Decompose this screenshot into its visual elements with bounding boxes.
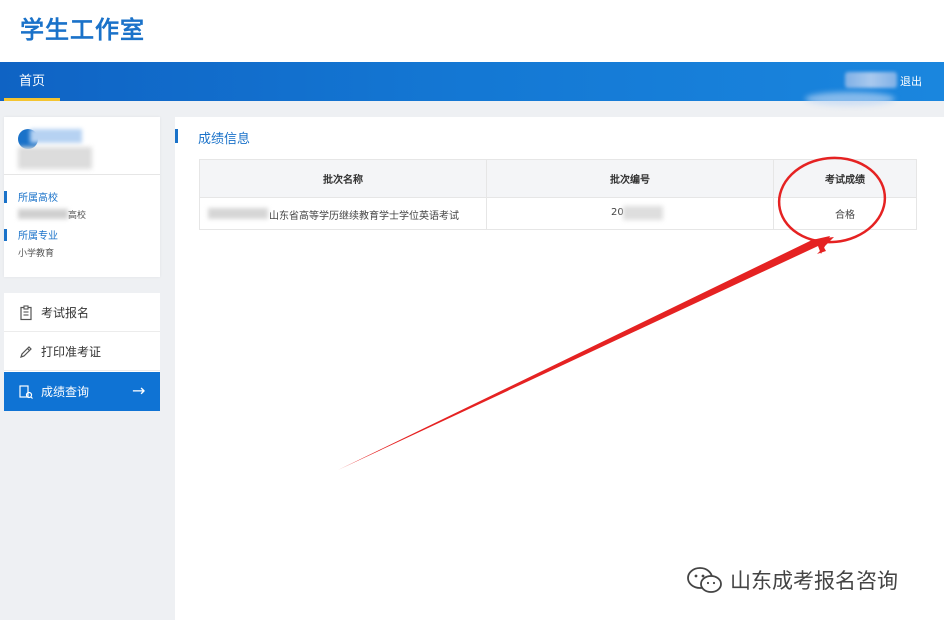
batch-name: 山东省高等学历继续教育学士学位英语考试 <box>269 211 459 222</box>
school-value-redacted <box>18 209 68 219</box>
redacted-text <box>623 206 663 220</box>
watermark-text: 山东成考报名咨询 <box>730 569 898 593</box>
section-title: 成绩信息 <box>198 132 251 147</box>
major-label: 所属专业 <box>18 231 58 242</box>
redaction-smudge <box>805 92 895 106</box>
major-value: 小学教育 <box>18 249 55 259</box>
menu-item-exam-registration[interactable]: 考试报名 <box>4 293 160 332</box>
pencil-icon <box>20 346 32 358</box>
profile-card: 所属高校 高校 所属专业 小学教育 <box>4 117 160 277</box>
batch-name-cell: 山东省高等学历继续教育学士学位英语考试 <box>199 197 487 230</box>
navbar: 首页 退出 <box>0 62 944 101</box>
field-marker <box>4 229 7 241</box>
field-marker <box>4 191 7 203</box>
nav-home-tab[interactable]: 首页 <box>4 62 60 101</box>
section-marker <box>175 129 178 143</box>
score-table: 批次名称 批次编号 考试成绩 山东省高等学历继续教育学士学位英语考试 20 合格 <box>199 159 917 230</box>
school-label: 所属高校 <box>18 193 58 204</box>
batch-number: 20 <box>611 207 624 218</box>
menu-item-label: 打印准考证 <box>41 345 102 359</box>
student-name-redacted <box>30 129 82 143</box>
school-value-suffix: 高校 <box>68 211 87 221</box>
redacted-text <box>208 208 268 219</box>
divider <box>4 174 160 175</box>
score-cell: 合格 <box>773 197 917 230</box>
column-header: 批次编号 <box>486 159 774 198</box>
column-header: 批次名称 <box>199 159 487 198</box>
search-doc-icon <box>19 385 33 399</box>
user-name-redacted <box>845 72 897 88</box>
batch-number-cell: 20 <box>486 197 774 230</box>
nav-active-indicator <box>4 98 60 101</box>
side-menu: 考试报名 打印准考证 成绩查询 → <box>4 293 160 411</box>
wechat-icon <box>687 567 722 593</box>
menu-item-score-query[interactable]: 成绩查询 → <box>4 372 160 411</box>
table-header-row: 批次名称 批次编号 考试成绩 <box>199 159 917 198</box>
menu-item-label: 考试报名 <box>41 306 90 320</box>
main-content: 成绩信息 批次名称 批次编号 考试成绩 山东省高等学历继续教育学士学位英语考试 … <box>175 117 944 620</box>
menu-item-print-admission-ticket[interactable]: 打印准考证 <box>4 332 160 371</box>
arrow-right-icon: → <box>132 381 146 400</box>
table-row: 山东省高等学历继续教育学士学位英语考试 20 合格 <box>199 197 917 230</box>
logout-link[interactable]: 退出 <box>900 62 922 101</box>
column-header: 考试成绩 <box>773 159 917 198</box>
clipboard-icon <box>20 305 32 321</box>
app-title: 学生工作室 <box>20 16 145 44</box>
menu-item-label: 成绩查询 <box>41 385 90 399</box>
top-header: 学生工作室 <box>0 0 944 62</box>
student-id-redacted <box>18 147 92 169</box>
